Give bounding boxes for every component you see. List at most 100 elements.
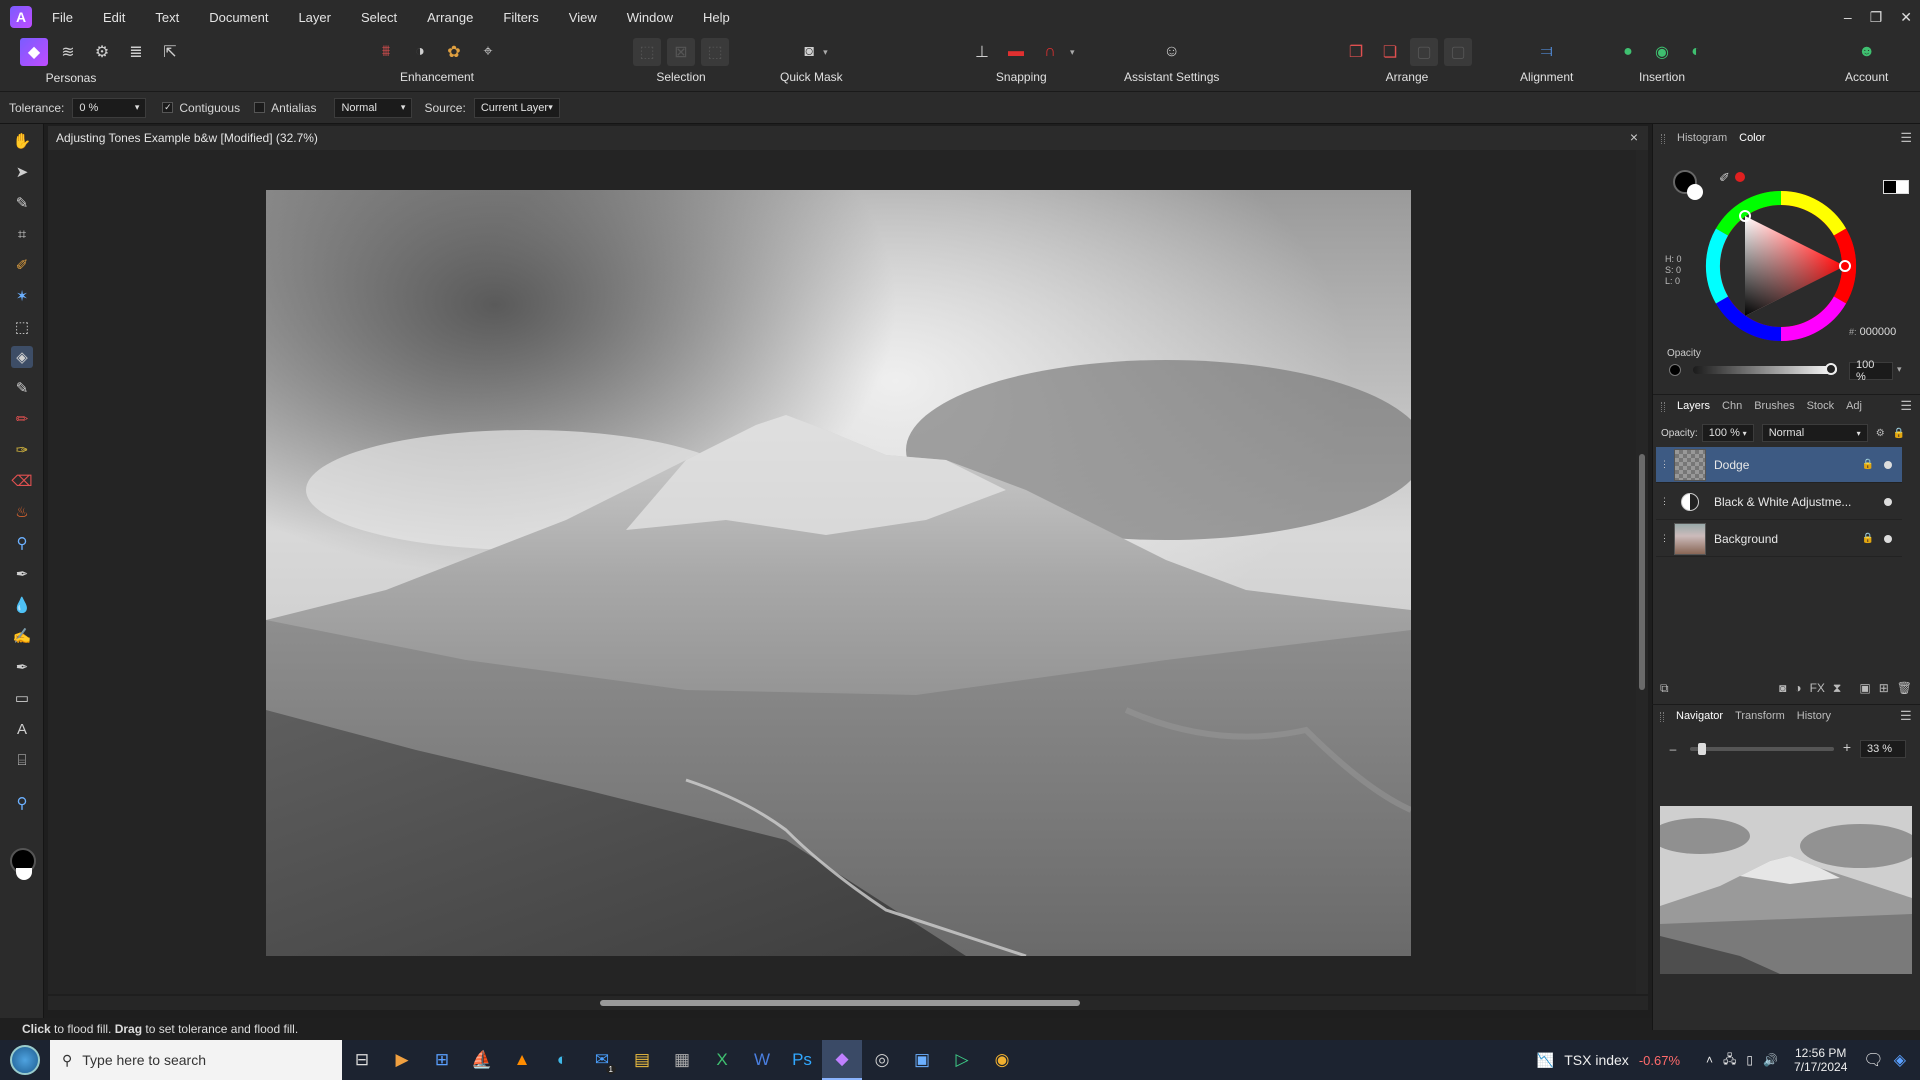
opacity-value-field[interactable]: 100 % [1849, 359, 1893, 383]
document-tab[interactable]: Adjusting Tones Example b&w [Modified] (… [48, 126, 1648, 150]
secondary-color-swatch[interactable] [16, 868, 32, 880]
volume-icon[interactable]: 🔊 [1763, 1053, 1778, 1067]
mesh-warp-tool-icon[interactable]: ⌸ [11, 749, 33, 771]
add-group-icon[interactable]: ▣ [1859, 681, 1870, 695]
snapping-options-icon[interactable]: ⊥ [968, 38, 996, 66]
vertical-scrollbar[interactable] [1636, 150, 1648, 994]
hex-field[interactable]: #: 000000 [1849, 326, 1896, 338]
add-mask-icon[interactable]: ◙ [1779, 681, 1786, 695]
close-window-icon[interactable]: ✕ [1900, 9, 1912, 26]
menu-select[interactable]: Select [361, 10, 397, 25]
stock-change[interactable]: -0.67% [1639, 1053, 1680, 1068]
invert-selection-icon[interactable]: ⬚ [701, 38, 729, 66]
chrome-icon[interactable]: ◉ [982, 1040, 1022, 1080]
auto-colors-icon[interactable]: ✿ [440, 38, 468, 66]
color-mode-swatch[interactable] [1883, 180, 1909, 194]
alignment-icon[interactable]: ⫤ [1533, 38, 1561, 66]
panel-menu-icon[interactable]: ☰ [1900, 130, 1912, 146]
snapping-dropdown-icon[interactable]: ▾ [1070, 47, 1075, 58]
crop-tool-icon[interactable]: ⌗ [11, 223, 33, 245]
blend-mode-select[interactable]: Normal ▾ [334, 97, 413, 118]
close-document-icon[interactable]: × [1630, 129, 1638, 145]
excel-icon[interactable]: X [702, 1040, 742, 1080]
insert-inside-icon[interactable]: ◐ [1682, 38, 1710, 66]
task-view-icon[interactable]: ⊟ [342, 1040, 382, 1080]
tab-adjustments[interactable]: Adj [1846, 400, 1862, 412]
dodge-tool-icon[interactable]: ♨ [11, 501, 33, 523]
menu-filters[interactable]: Filters [503, 10, 538, 25]
tone-mapping-persona-icon[interactable]: ≣ [122, 38, 150, 66]
auto-contrast-icon[interactable]: ◑ [406, 38, 434, 66]
vlc-icon[interactable]: ▲ [502, 1040, 542, 1080]
edge-icon[interactable]: ◐ [542, 1040, 582, 1080]
menu-text[interactable]: Text [155, 10, 179, 25]
tab-history[interactable]: History [1797, 710, 1831, 722]
layer-row-dodge[interactable]: ⋮ Dodge 🔒 [1656, 447, 1902, 483]
move-back-icon[interactable]: ❐ [1342, 38, 1370, 66]
color-wheel[interactable] [1705, 190, 1857, 342]
zoom-slider-thumb[interactable] [1698, 743, 1707, 755]
tab-channels[interactable]: Chn [1722, 400, 1742, 412]
blur-tool-icon[interactable]: 💧 [11, 594, 33, 616]
tab-transform[interactable]: Transform [1735, 710, 1785, 722]
tab-color[interactable]: Color [1739, 132, 1765, 144]
selection-brush-tool-icon[interactable]: ✐ [11, 254, 33, 276]
insert-behind-icon[interactable]: ● [1614, 38, 1642, 66]
layer-settings-gear-icon[interactable]: ⚙ [1876, 428, 1885, 439]
insert-top-icon[interactable]: ◉ [1648, 38, 1676, 66]
photoshop-icon[interactable]: Ps [782, 1040, 822, 1080]
menu-window[interactable]: Window [627, 10, 673, 25]
word-icon[interactable]: W [742, 1040, 782, 1080]
menu-layer[interactable]: Layer [298, 10, 331, 25]
source-select[interactable]: Current Layer ▾ [473, 97, 560, 118]
layer-lock-icon[interactable]: 🔒 [1862, 533, 1874, 544]
pen-tool-icon[interactable]: ✒ [11, 656, 33, 678]
liquify-persona-icon[interactable]: ≋ [54, 38, 82, 66]
document-image[interactable] [266, 190, 1411, 956]
rectangle-tool-icon[interactable]: ▭ [11, 687, 33, 709]
assistant-icon[interactable]: ☺ [1158, 38, 1186, 66]
quick-mask-icon[interactable]: ◙ [795, 38, 823, 66]
tab-histogram[interactable]: Histogram [1677, 132, 1727, 144]
flood-fill-tool-icon[interactable]: ◈ [11, 346, 33, 368]
zoom-out-icon[interactable]: – [1666, 742, 1680, 756]
flood-select-tool-icon[interactable]: ✶ [11, 285, 33, 307]
minimize-icon[interactable]: – [1844, 9, 1852, 25]
clone-tool-icon[interactable]: ⚲ [11, 532, 33, 554]
gradient-tool-icon[interactable]: ✎ [11, 377, 33, 399]
layer-row-bw-adjustment[interactable]: ⋮ Black & White Adjustme... [1656, 484, 1902, 520]
menu-document[interactable]: Document [209, 10, 268, 25]
calculator-icon[interactable]: ▦ [662, 1040, 702, 1080]
move-to-back-icon[interactable]: ▢ [1410, 38, 1438, 66]
tolerance-field[interactable]: 0 % ▾ [72, 97, 147, 118]
layer-visibility-dot[interactable] [1884, 460, 1892, 469]
layer-expand-icon[interactable]: ⋮ [1660, 459, 1669, 470]
layer-opacity-field[interactable]: 100 % ▾ [1701, 424, 1754, 442]
layer-effects-icon[interactable]: FX [1810, 681, 1825, 695]
clock[interactable]: 12:56 PM 7/17/2024 [1794, 1046, 1847, 1074]
move-to-front-icon[interactable]: ▢ [1444, 38, 1472, 66]
select-all-icon[interactable]: ⬚ [633, 38, 661, 66]
quick-mask-dropdown-icon[interactable]: ▾ [823, 47, 828, 58]
add-pixel-layer-icon[interactable]: ⊞ [1879, 681, 1889, 695]
tab-layers[interactable]: Layers [1677, 400, 1710, 412]
notifications-icon[interactable]: 🗨 [1863, 1050, 1883, 1070]
contiguous-checkbox[interactable]: ✓ [162, 102, 174, 113]
layer-visibility-dot[interactable] [1884, 534, 1892, 543]
tab-brushes[interactable]: Brushes [1754, 400, 1794, 412]
affinity-photo-taskbar-icon[interactable]: ◆ [822, 1040, 862, 1080]
store-icon[interactable]: ⊞ [422, 1040, 462, 1080]
tab-navigator[interactable]: Navigator [1676, 710, 1723, 722]
file-explorer-icon[interactable]: ▤ [622, 1040, 662, 1080]
develop-persona-icon[interactable]: ⚙ [88, 38, 116, 66]
taskbar-search-box[interactable]: ⚲ Type here to search [50, 1040, 342, 1080]
menu-arrange[interactable]: Arrange [427, 10, 473, 25]
paint-brush-tool-icon[interactable]: ✏ [11, 408, 33, 430]
zoom-tool-icon[interactable]: ⚲ [11, 792, 33, 814]
start-button[interactable] [0, 1040, 50, 1080]
opacity-slider[interactable] [1693, 363, 1837, 375]
device-icon[interactable]: ▯ [1746, 1053, 1753, 1067]
auto-white-balance-icon[interactable]: ⌖ [474, 38, 502, 66]
eyedropper-icon[interactable]: ✐ [1719, 170, 1730, 186]
media-player-icon[interactable]: ▶ [382, 1040, 422, 1080]
